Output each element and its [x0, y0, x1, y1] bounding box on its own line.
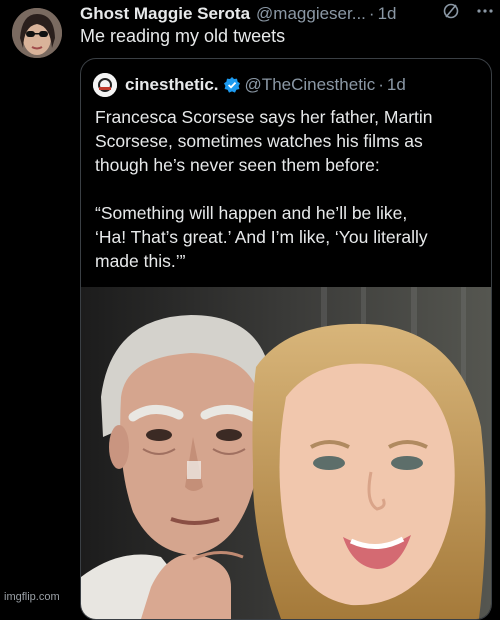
- author-handle[interactable]: @maggieser...: [256, 4, 366, 24]
- quote-timestamp[interactable]: 1d: [387, 75, 406, 95]
- quote-separator: ·: [378, 75, 384, 94]
- quoted-tweet[interactable]: cinesthetic. @TheCinesthetic · 1d France…: [80, 58, 492, 620]
- imgflip-watermark: imgflip.com: [4, 591, 60, 603]
- quote-photo[interactable]: [81, 287, 491, 619]
- timestamp[interactable]: 1d: [378, 4, 397, 24]
- tweet-text: Me reading my old tweets: [80, 26, 286, 46]
- tweet: Ghost Maggie Serota @maggieser... · 1d M…: [0, 0, 500, 620]
- avatar[interactable]: [12, 8, 62, 58]
- quote-body: Francesca Scorsese says her father, Mart…: [95, 105, 481, 297]
- tweet-header: Ghost Maggie Serota @maggieser... · 1d: [80, 2, 492, 26]
- separator: ·: [368, 4, 375, 23]
- quote-avatar[interactable]: [93, 73, 117, 97]
- verified-badge-icon: [223, 76, 241, 94]
- slash-circle-icon[interactable]: [442, 2, 460, 25]
- quote-author-handle[interactable]: @TheCinesthetic: [245, 75, 376, 95]
- header-actions: [442, 2, 494, 25]
- quote-paragraph-1: Francesca Scorsese says her father, Mart…: [95, 107, 433, 175]
- quote-author-name[interactable]: cinesthetic.: [125, 75, 219, 95]
- quote-paragraph-2: “Something will happen and he’ll be like…: [95, 203, 428, 271]
- author-name[interactable]: Ghost Maggie Serota: [80, 4, 250, 24]
- more-horizontal-icon[interactable]: [476, 2, 494, 25]
- quote-header: cinesthetic. @TheCinesthetic · 1d: [93, 73, 406, 97]
